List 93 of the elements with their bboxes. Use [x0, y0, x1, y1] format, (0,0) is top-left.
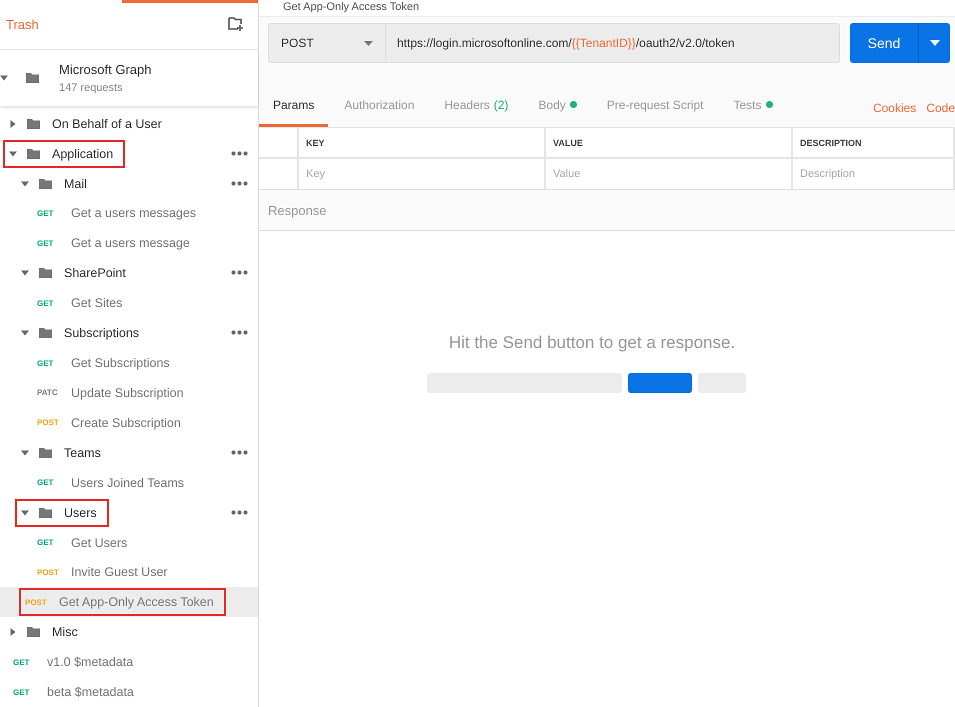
method-label: GET — [37, 538, 54, 548]
folder-name[interactable]: Subscriptions — [64, 326, 140, 340]
tab-count: (2) — [494, 98, 508, 112]
more-icon[interactable] — [231, 330, 248, 336]
request-name: Get a users message — [71, 236, 190, 250]
request-name: Invite Guest User — [71, 565, 168, 580]
caret-icon[interactable] — [21, 269, 29, 278]
method-label: GET — [37, 298, 54, 308]
folder-icon — [39, 328, 52, 338]
caret-icon — [930, 40, 940, 46]
request-tab[interactable]: Headers (2) — [430, 93, 522, 127]
request-row[interactable]: GET Get a users messages — [0, 198, 258, 228]
folder-icon — [39, 178, 52, 188]
caret-icon[interactable] — [0, 74, 8, 82]
collection-name: Microsoft Graph — [59, 62, 152, 77]
method-label: GET — [37, 358, 54, 368]
request-name: Get App-Only Access Token — [59, 595, 214, 610]
request-row[interactable]: GET Users Joined Teams — [0, 468, 258, 498]
method-label: POST — [25, 598, 48, 607]
request-row[interactable]: GET Get a users message — [0, 228, 258, 258]
request-title: Get App-Only Access Token — [259, 0, 955, 17]
request-row[interactable]: GET beta $metadata — [0, 677, 258, 707]
request-row[interactable]: GET Get Sites — [0, 288, 258, 318]
method-label: GET — [37, 208, 54, 218]
request-name: Get Users — [71, 536, 128, 550]
request-name: beta $metadata — [47, 685, 134, 700]
folder-icon — [39, 508, 52, 518]
header-link[interactable]: Cookies — [862, 101, 916, 127]
folder-name[interactable]: Teams — [64, 446, 101, 460]
method-label: POST — [37, 418, 60, 428]
method-label: GET — [37, 238, 54, 248]
method-label: GET — [13, 658, 30, 667]
collection-header[interactable]: Microsoft Graph 147 requests — [0, 50, 258, 106]
request-name: Get Subscriptions — [71, 356, 170, 370]
more-icon[interactable] — [231, 150, 248, 156]
more-icon[interactable] — [231, 180, 248, 186]
caret-icon[interactable] — [21, 508, 29, 517]
folder-icon — [27, 118, 40, 129]
send-options-button[interactable] — [918, 23, 950, 63]
request-name: v1.0 $metadata — [47, 655, 134, 670]
request-tab[interactable]: Pre-request Script — [592, 93, 718, 127]
trash-link[interactable]: Trash — [6, 16, 39, 32]
method-label: GET — [37, 478, 54, 488]
request-name: Create Subscription — [71, 416, 181, 430]
request-name: Get Sites — [71, 296, 122, 310]
caret-icon[interactable] — [9, 628, 17, 636]
folder-name[interactable]: SharePoint — [64, 266, 126, 280]
folder-name[interactable]: Misc — [52, 625, 78, 640]
empty-message: Hit the Send button to get a response. — [448, 333, 736, 353]
request-row[interactable]: GET v1.0 $metadata — [0, 647, 258, 678]
method-label: PATC — [37, 388, 59, 398]
folder-icon — [27, 627, 40, 638]
caret-icon[interactable] — [21, 180, 29, 188]
param-input[interactable]: Key — [299, 159, 546, 189]
folder-name[interactable]: Mail — [64, 176, 87, 190]
folder-name[interactable]: On Behalf of a User — [52, 116, 162, 131]
header-link[interactable]: Code — [916, 101, 955, 127]
request-name: Users Joined Teams — [71, 476, 184, 490]
request-row[interactable]: POST Invite Guest User — [0, 558, 258, 588]
method-label: GET — [13, 688, 30, 697]
request-row[interactable]: POST Get App-Only Access Token — [0, 587, 258, 618]
folder-icon — [39, 268, 52, 278]
folder-icon — [27, 148, 40, 159]
request-tab[interactable]: Body — [524, 93, 591, 127]
new-folder-icon[interactable] — [228, 16, 244, 32]
column-header: DESCRIPTION — [793, 128, 955, 159]
column-header: KEY — [299, 128, 546, 159]
folder-name[interactable]: Users — [64, 506, 97, 520]
caret-icon[interactable] — [21, 448, 29, 457]
request-row[interactable]: GET Get Subscriptions — [0, 348, 258, 378]
more-icon[interactable] — [231, 270, 248, 276]
request-row[interactable]: PATC Update Subscription — [0, 378, 258, 408]
column-header: VALUE — [546, 128, 793, 159]
method-label: POST — [37, 568, 60, 577]
param-input[interactable]: Value — [546, 159, 793, 189]
more-icon[interactable] — [231, 510, 248, 515]
request-name: Update Subscription — [71, 386, 184, 400]
param-input[interactable]: Description — [793, 159, 955, 189]
more-icon[interactable] — [231, 450, 248, 455]
request-row[interactable]: POST Create Subscription — [0, 408, 258, 438]
folder-icon — [39, 448, 52, 458]
caret-icon[interactable] — [21, 329, 29, 338]
folder-name[interactable]: Application — [52, 146, 114, 161]
placeholder-bar — [628, 373, 692, 393]
request-count: 147 requests — [59, 82, 124, 94]
send-button[interactable]: Send — [850, 23, 918, 63]
caret-icon[interactable] — [9, 150, 17, 158]
folder-icon — [26, 72, 39, 83]
caret-icon[interactable] — [9, 120, 17, 128]
request-tab[interactable]: Tests — [719, 93, 786, 127]
request-row[interactable]: GET Get Users — [0, 528, 258, 558]
request-name: Get a users messages — [71, 206, 196, 220]
request-tab[interactable]: Authorization — [330, 93, 428, 127]
